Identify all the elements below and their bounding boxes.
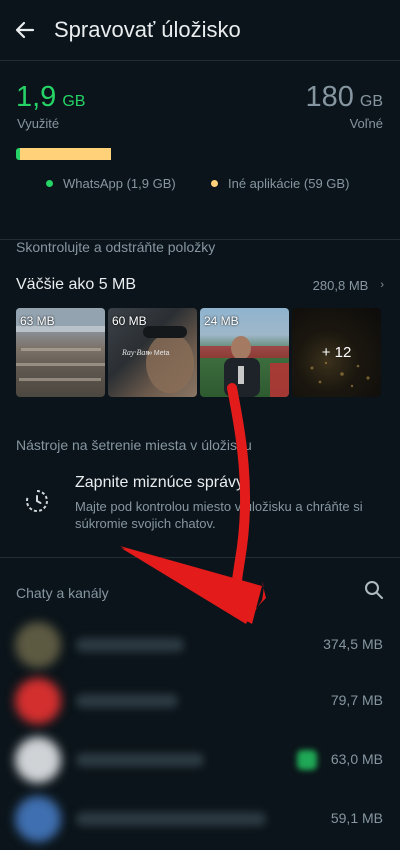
chat-name-blurred: [76, 694, 178, 708]
storage-summary: 1,9 GB 180 GB Využité Voľné WhatsApp (1,9 …: [0, 61, 400, 239]
thumbnail-size-label: 63 MB: [20, 314, 55, 328]
legend-other-label: Iné aplikácie (59 GB): [228, 176, 350, 191]
timer-icon: [24, 488, 50, 514]
thumbnail-reporter-stadium[interactable]: 24 MB: [200, 308, 289, 397]
avatar: [15, 737, 61, 783]
free-label: Voľné: [349, 116, 383, 131]
app-bar: Spravovať úložisko: [0, 0, 400, 60]
thumbnail-sunglasses-ad[interactable]: Ray·Ban ∞ Meta 60 MB: [108, 308, 197, 397]
thumbnail-size-label: 60 MB: [112, 314, 147, 328]
chats-section-label: Chaty a kanály: [16, 584, 109, 601]
chat-row[interactable]: 79,7 MB: [0, 670, 400, 732]
large-files-thumbnails: 63 MB Ray·Ban ∞ Meta 60 MB 24 MB + 12: [16, 308, 381, 397]
disappearing-messages-description: Majte pod kontrolou miesto v úložisku a …: [75, 499, 363, 531]
avatar: [15, 796, 61, 842]
verified-badge-icon: [297, 750, 317, 770]
yellow-dot-icon: [211, 180, 218, 187]
chat-size: 59,1 MB: [330, 810, 383, 826]
tools-section-label: Nástroje na šetrenie miesta v úložisku: [16, 437, 252, 453]
chat-row[interactable]: 63,0 MB: [0, 729, 400, 791]
chat-name-blurred: [76, 638, 184, 652]
storage-bar: [16, 148, 382, 160]
used-label: Využité: [17, 116, 60, 131]
legend-whatsapp-label: WhatsApp (1,9 GB): [63, 176, 176, 191]
thumbnail-stadium-crowd[interactable]: 63 MB: [16, 308, 105, 397]
larger-than-label: Väčšie ako 5 MB: [16, 276, 137, 293]
chats-header: Chaty a kanály: [16, 580, 384, 605]
chat-size: 63,0 MB: [330, 751, 383, 767]
chevron-right-icon: ›: [380, 279, 384, 291]
legend-other-apps: Iné aplikácie (59 GB): [211, 176, 349, 191]
disappearing-messages-title: Zapnite miznúce správy: [75, 474, 244, 491]
thumbnail-more-files[interactable]: + 12: [292, 308, 381, 397]
page-title: Spravovať úložisko: [54, 17, 241, 42]
storage-bar-other-apps: [19, 148, 112, 160]
thumbnail-size-label: 24 MB: [204, 314, 239, 328]
search-icon[interactable]: [364, 580, 384, 605]
larger-than-size: 280,8 MB ›: [312, 277, 384, 293]
legend-whatsapp: WhatsApp (1,9 GB): [46, 176, 176, 191]
free-storage-value: 180 GB: [305, 81, 383, 113]
chat-row[interactable]: 374,5 MB: [0, 614, 400, 676]
back-arrow-icon[interactable]: [13, 18, 37, 42]
used-storage-value: 1,9 GB: [16, 81, 86, 113]
svg-text:Ray·Ban: Ray·Ban: [121, 348, 149, 357]
larger-than-5mb-row[interactable]: Väčšie ako 5 MB 280,8 MB ›: [16, 276, 384, 294]
svg-text:∞ Meta: ∞ Meta: [147, 350, 170, 357]
disappearing-messages-row[interactable]: Zapnite miznúce správy Majte pod kontrol…: [0, 472, 400, 532]
chat-size: 79,7 MB: [330, 692, 383, 708]
chat-row[interactable]: 59,1 MB: [0, 788, 400, 850]
tools-divider: [0, 557, 400, 558]
avatar: [15, 678, 61, 724]
green-dot-icon: [46, 180, 53, 187]
avatar: [15, 622, 61, 668]
chat-name-blurred: [76, 812, 266, 826]
review-section-label: Skontrolujte a odstráňte položky: [16, 239, 216, 255]
chat-name-blurred: [76, 753, 204, 767]
chat-size: 374,5 MB: [323, 636, 383, 652]
more-files-count: + 12: [292, 308, 381, 397]
